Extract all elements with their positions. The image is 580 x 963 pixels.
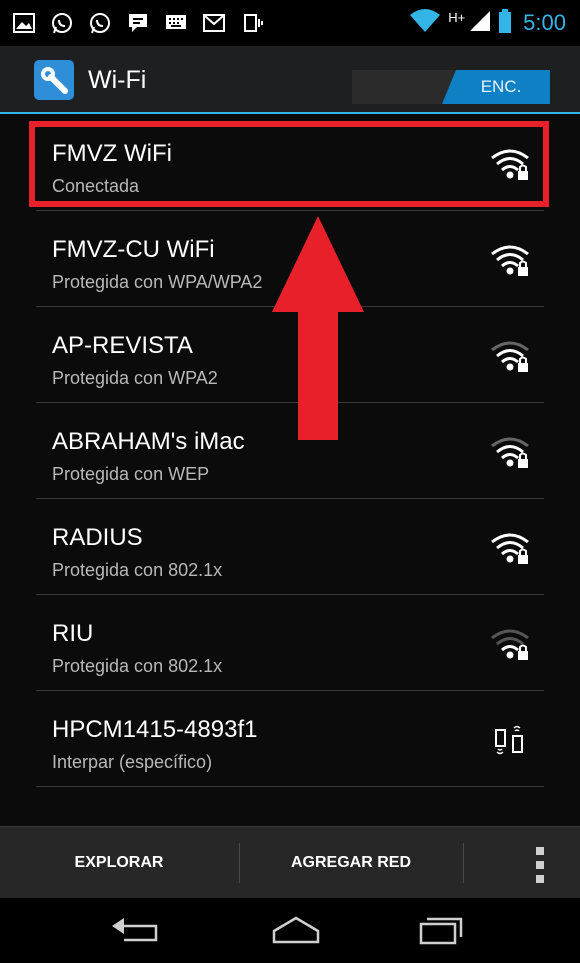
keyboard-icon [164,12,188,34]
wifi-locked-icon [490,530,530,566]
network-name: HPCM1415-4893f1 [52,716,258,743]
battery-icon [499,8,512,38]
overflow-menu-icon[interactable] [536,847,544,883]
whatsapp-icon [50,12,74,34]
network-status: Protegida con 802.1x [52,656,223,676]
network-name: RADIUS [52,524,143,551]
divider [463,843,464,883]
action-bar-divider [0,112,580,114]
highlight-box [29,121,549,207]
chat-icon [126,12,150,34]
vibrate-icon [240,12,264,34]
explore-button[interactable]: EXPLORAR [0,827,238,899]
add-network-button[interactable]: AGREGAR RED [240,827,462,899]
network-item[interactable]: RADIUS Protegida con 802.1x [36,502,544,595]
wifi-locked-icon [490,434,530,470]
toggle-on-label: ENC. [442,70,550,104]
network-status: Interpar (específico) [52,752,213,772]
wifi-locked-icon [490,626,530,662]
home-icon[interactable] [266,910,326,950]
status-bar: H+ 5:00 [0,0,580,46]
wifi-icon [410,8,441,38]
network-name: RIU [52,620,94,647]
network-name: ABRAHAM's iMac [52,428,245,455]
settings-wrench-icon[interactable] [34,60,74,100]
action-bar: Wi-Fi ENC. [0,46,580,114]
network-item[interactable]: RIU Protegida con 802.1x [36,598,544,691]
whatsapp-icon [88,12,112,34]
bottom-action-bar: EXPLORAR AGREGAR RED [0,826,580,899]
network-status: Protegida con 802.1x [52,560,223,580]
gallery-icon [12,12,36,34]
page-title: Wi-Fi [88,65,147,94]
network-status: Protegida con WPA2 [52,368,218,388]
wifi-locked-icon [490,242,530,278]
network-status: Protegida con WEP [52,464,210,484]
network-status: Protegida con WPA/WPA2 [52,272,263,292]
gmail-icon [202,12,226,34]
network-name: FMVZ-CU WiFi [52,236,215,263]
system-icons: H+ 5:00 [410,0,566,46]
recents-icon[interactable] [412,910,472,950]
up-arrow [270,214,366,449]
network-item[interactable]: HPCM1415-4893f1 Interpar (específico) [36,694,544,787]
back-icon[interactable] [106,910,166,950]
notification-icons [0,12,264,34]
network-type-label: H+ [448,9,466,25]
signal-icon [469,10,491,37]
network-name: AP-REVISTA [52,332,193,359]
navigation-bar [0,898,580,963]
wifi-locked-icon [490,338,530,374]
wifi-toggle[interactable]: ENC. [352,70,550,104]
wifi-direct-icon [490,722,530,758]
clock: 5:00 [523,10,566,35]
